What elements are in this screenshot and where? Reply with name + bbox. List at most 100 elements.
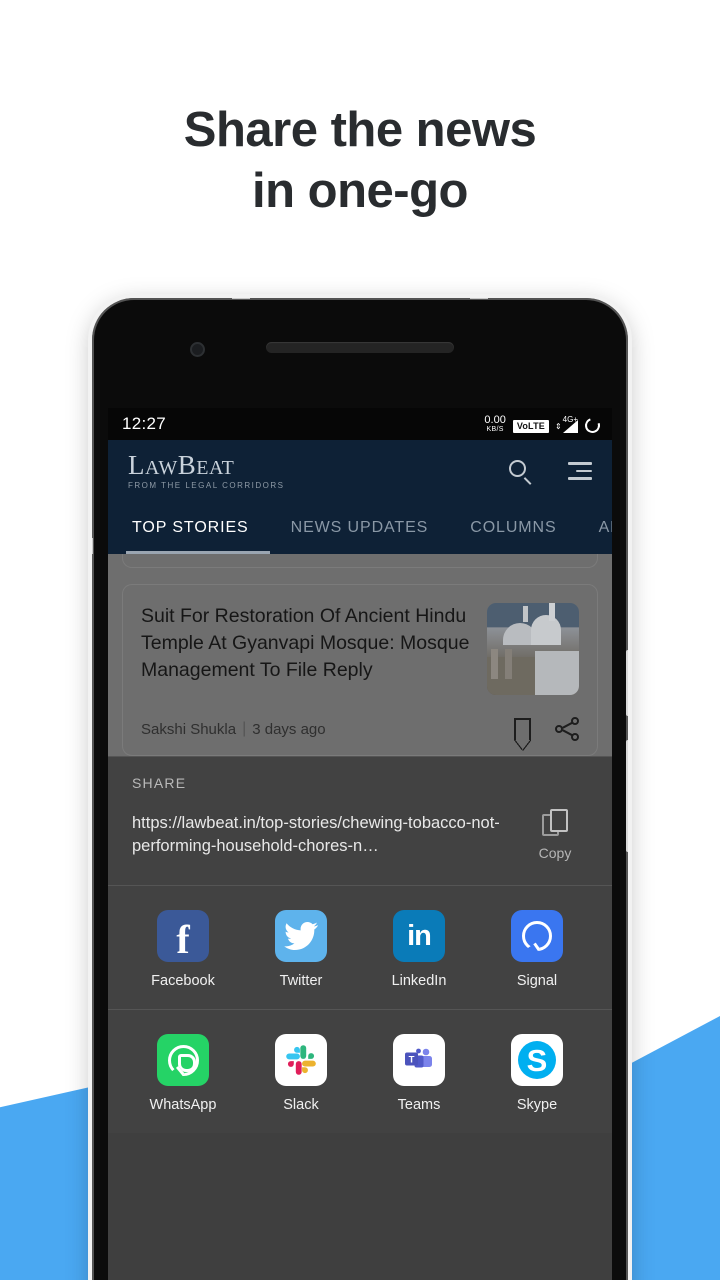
article-thumbnail [487,603,579,695]
frame-antenna-right [470,298,488,299]
search-icon-lens [509,459,526,477]
app-logo-text: LAWBEAT [128,452,284,479]
article-list: Suit For Restoration Of Ancient Hindu Te… [108,554,612,756]
share-url-text[interactable]: https://lawbeat.in/top-stories/chewing-t… [132,812,520,859]
logo-letter-b: B [177,450,197,480]
whatsapp-icon [157,1034,209,1086]
battery-icon [582,415,603,436]
share-icon-node-1 [571,717,579,725]
copy-button[interactable]: Copy [520,809,590,861]
share-target-label: WhatsApp [149,1097,217,1113]
copy-icon [542,809,568,839]
thumb-wall [535,651,579,695]
search-icon-handle [523,477,532,486]
share-target-label: Twitter [279,973,323,989]
signal-icon [511,910,563,962]
share-target-label: Skype [516,1097,558,1113]
status-bar: 12:27 0.00 KB/S VoLTE 4G+ ⇕ [108,408,612,440]
status-bar-indicators: 0.00 KB/S VoLTE 4G+ ⇕ [484,414,603,436]
article-meta: Sakshi Shukla | 3 days ago [141,717,579,751]
article-title: Suit For Restoration Of Ancient Hindu Te… [141,605,470,681]
article-actions [514,717,579,751]
signal-bars-icon [563,420,578,433]
promo-headline: Share the news in one-go [0,100,720,222]
share-icon[interactable] [555,717,579,741]
frame-antenna-left [232,298,250,299]
article-card-top: Suit For Restoration Of Ancient Hindu Te… [141,603,579,695]
volume-button[interactable] [626,740,628,852]
share-bottom-sheet: SHARE https://lawbeat.in/top-stories/che… [108,756,612,1133]
linkedin-icon: in [393,910,445,962]
share-url-section: SHARE https://lawbeat.in/top-stories/che… [108,756,612,885]
skype-icon: S [511,1034,563,1086]
share-app-row-2: WhatsApp Slack T Teams S Skype [108,1009,612,1133]
article-timestamp: 3 days ago [252,720,326,738]
share-url-row: https://lawbeat.in/top-stories/chewing-t… [108,791,612,885]
share-icon-node-3 [571,733,579,741]
share-target-facebook[interactable]: f Facebook [124,910,242,989]
share-target-slack[interactable]: Slack [242,1034,360,1113]
tab-columns[interactable]: COLUMNS [449,502,577,554]
share-app-row-1: f Facebook Twitter in LinkedIn Signal [108,885,612,1009]
signal-strength-icon: 4G+ ⇕ [555,415,578,433]
copy-icon-front-sheet [550,809,568,832]
app-bar: LAWBEAT FROM THE LEGAL CORRIDORS [108,440,612,502]
status-bar-clock: 12:27 [122,414,167,433]
promo-headline-line-2: in one-go [252,163,468,218]
share-target-twitter[interactable]: Twitter [242,910,360,989]
volte-badge: VoLTE [512,420,549,433]
share-target-label: LinkedIn [391,973,447,989]
power-button[interactable] [626,650,628,716]
meta-separator: | [242,720,247,737]
app-logo-tagline: FROM THE LEGAL CORRIDORS [128,481,285,490]
app-bar-actions [509,459,592,486]
phone-screen: 12:27 0.00 KB/S VoLTE 4G+ ⇕ LAWBEAT FROM… [108,408,612,1280]
thumb-column-2 [505,649,512,679]
thumb-minaret-2 [549,603,555,621]
share-target-label: Signal [516,973,558,989]
thumb-minaret-1 [523,606,528,622]
article-card-partial[interactable] [122,554,598,568]
share-target-whatsapp[interactable]: WhatsApp [124,1034,242,1113]
share-target-label: Slack [283,1097,319,1113]
frame-antenna-side [92,538,93,554]
twitter-icon [275,910,327,962]
menu-line-3 [568,477,592,480]
share-target-teams[interactable]: T Teams [360,1034,478,1113]
facebook-icon: f [157,910,209,962]
category-tab-bar[interactable]: TOP STORIES NEWS UPDATES COLUMNS ART [108,502,612,554]
share-icon-node-2 [555,725,563,733]
phone-mockup: 12:27 0.00 KB/S VoLTE 4G+ ⇕ LAWBEAT FROM… [92,298,628,1280]
share-section-label: SHARE [132,775,187,791]
hamburger-menu-icon[interactable] [568,462,592,480]
article-author: Sakshi Shukla [141,720,237,738]
logo-letters-eat: EAT [196,457,235,479]
slack-icon [275,1034,327,1086]
thumb-dome-2 [531,615,561,645]
data-speed-value: 0.00 [484,414,506,426]
tab-top-stories[interactable]: TOP STORIES [126,502,270,554]
bookmark-icon[interactable] [514,718,531,751]
svg-text:T: T [409,1055,415,1066]
front-camera-icon [190,342,205,357]
logo-letter-l: L [128,450,145,480]
data-speed-unit: KB/S [486,426,504,433]
tab-articles[interactable]: ART [578,502,612,554]
app-logo[interactable]: LAWBEAT FROM THE LEGAL CORRIDORS [128,452,284,490]
data-speed-indicator: 0.00 KB/S [484,414,506,434]
share-target-linkedin[interactable]: in LinkedIn [360,910,478,989]
share-target-signal[interactable]: Signal [478,910,596,989]
earpiece-speaker [266,342,454,353]
promo-headline-line-1: Share the news [183,103,537,157]
article-card[interactable]: Suit For Restoration Of Ancient Hindu Te… [122,584,598,756]
share-target-label: Facebook [151,973,215,989]
thumb-column-1 [491,649,498,679]
teams-icon: T [393,1034,445,1086]
logo-letters-aw: AW [145,457,178,479]
tab-news-updates[interactable]: NEWS UPDATES [270,502,450,554]
data-arrows-icon: ⇕ [555,422,562,431]
share-target-skype[interactable]: S Skype [478,1034,596,1113]
share-target-label: Teams [397,1097,441,1113]
search-icon[interactable] [509,459,532,486]
menu-line-2 [576,469,592,473]
